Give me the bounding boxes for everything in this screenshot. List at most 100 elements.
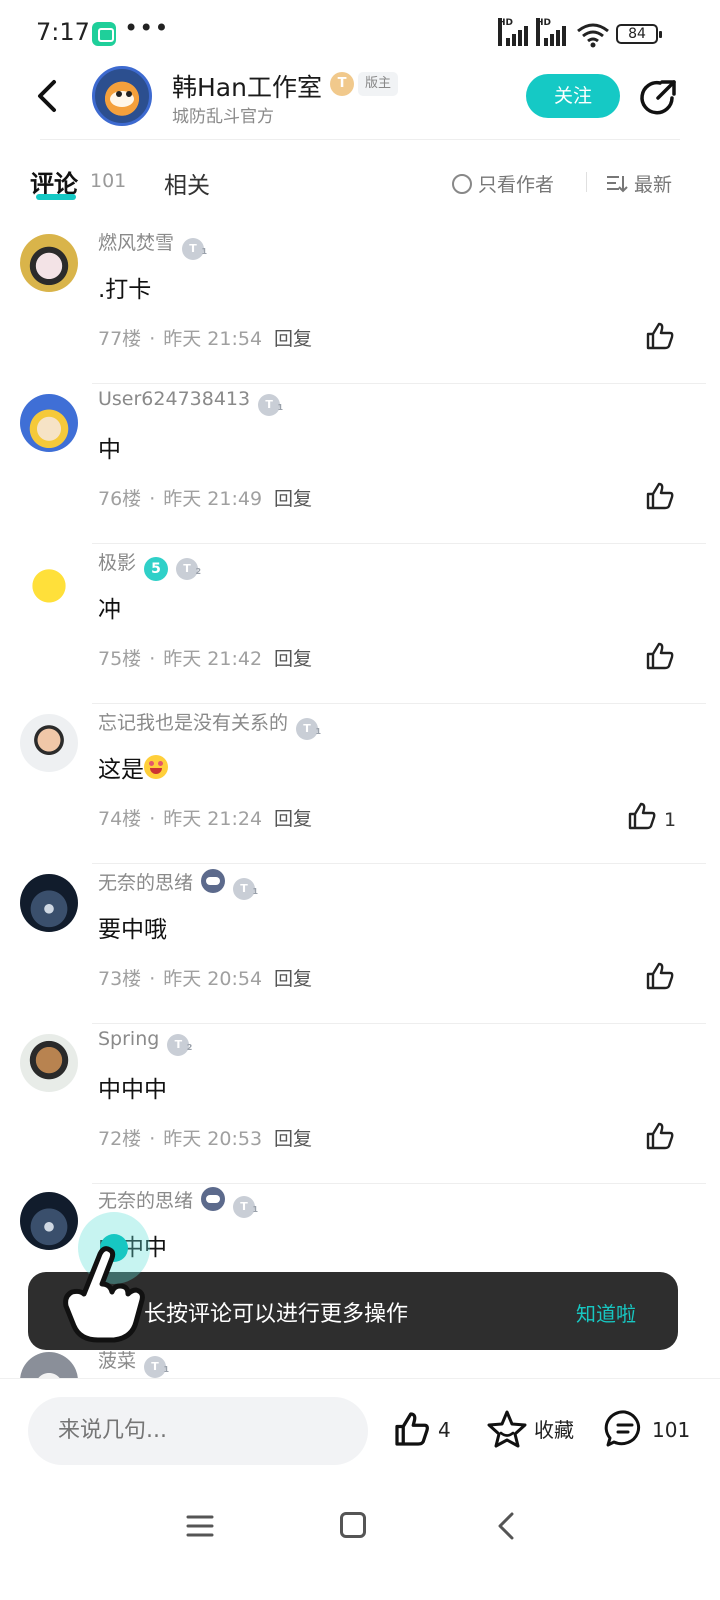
commenter-name[interactable]: 极影: [98, 552, 136, 574]
gamepad-badge-icon: [201, 1187, 226, 1211]
gamepad-badge-icon: [201, 869, 226, 893]
comments-button[interactable]: 101: [604, 1409, 690, 1453]
reply-button[interactable]: 回复: [274, 648, 312, 670]
post-header: 韩Han工作室 T 版主 城防乱斗官方 关注: [0, 60, 720, 140]
commenter-name[interactable]: 忘记我也是没有关系的: [98, 712, 288, 734]
avatar[interactable]: [20, 234, 78, 292]
like-count: 1: [664, 809, 677, 831]
avatar[interactable]: [20, 1352, 78, 1378]
cell-signal-1-icon: HD: [498, 18, 534, 46]
comment-item[interactable]: 无奈的思绪 T 要中哦 73楼 · 昨天 20:54 回复: [0, 864, 720, 1024]
share-icon[interactable]: [638, 78, 678, 118]
floor-number: 74楼: [98, 808, 142, 830]
level-badge-icon: T: [258, 394, 283, 419]
comment-text: 中: [98, 437, 121, 463]
commenter-name[interactable]: 菠菜: [98, 1350, 136, 1372]
toast-dismiss-button[interactable]: 知道啦: [576, 1298, 636, 1327]
tab-active-indicator: [36, 194, 76, 200]
comment-tabs: 评论 101 相关 只看作者 最新: [0, 150, 720, 214]
tab-comments-count: 101: [90, 170, 127, 192]
author-only-label: 只看作者: [478, 174, 555, 196]
reply-button[interactable]: 回复: [274, 1128, 312, 1150]
like-icon[interactable]: [644, 320, 676, 352]
like-button[interactable]: 1: [626, 800, 676, 832]
level-badge-icon: T: [233, 1196, 258, 1221]
comment-text: 要中哦: [98, 917, 167, 943]
avatar[interactable]: [20, 874, 78, 932]
commenter-name[interactable]: User624738413: [98, 388, 250, 410]
smiling-face-emoji-icon: [144, 755, 168, 779]
avatar[interactable]: [20, 714, 78, 772]
author-only-toggle[interactable]: 只看作者: [452, 170, 554, 196]
toast-message: 长按评论可以进行更多操作: [144, 1302, 409, 1327]
author-subtitle: 城防乱斗官方: [172, 107, 274, 127]
comment-item[interactable]: 极影 5T 冲 75楼 · 昨天 21:42 回复: [0, 544, 720, 704]
like-icon[interactable]: [644, 480, 676, 512]
status-bar: 7:17 ••• HD HD 84: [0, 0, 720, 68]
floor-number: 77楼: [98, 328, 142, 350]
tab-related[interactable]: 相关: [164, 166, 210, 200]
comment-text: .打卡: [98, 277, 152, 303]
comment-count: 101: [652, 1418, 691, 1442]
comment-time: 昨天 21:54: [163, 328, 263, 350]
meta-dot: ·: [149, 328, 156, 350]
follow-button[interactable]: 关注: [526, 74, 620, 118]
meta-dot: ·: [149, 488, 156, 510]
comment-time: 昨天 21:42: [163, 648, 263, 670]
like-icon[interactable]: [644, 1120, 676, 1152]
level-badge-icon: T: [144, 1356, 169, 1378]
comment-input[interactable]: [28, 1397, 368, 1465]
commenter-name[interactable]: Spring: [98, 1028, 159, 1050]
app-notification-icon: [92, 22, 116, 46]
status-time: 7:17: [36, 18, 90, 46]
avatar[interactable]: [20, 554, 78, 612]
more-notifications-icon: •••: [124, 14, 170, 42]
level-badge-icon: T: [182, 238, 207, 263]
floor-number: 73楼: [98, 968, 142, 990]
long-press-hand-icon: [63, 1212, 150, 1343]
floor-number: 76楼: [98, 488, 142, 510]
author-level-badge: T: [330, 72, 354, 96]
comment-item[interactable]: 燃风焚雪 T .打卡 77楼 · 昨天 21:54 回复: [0, 224, 720, 384]
system-back-icon[interactable]: [494, 1510, 518, 1542]
favorite-button[interactable]: 收藏: [486, 1409, 574, 1453]
sort-label: 最新: [634, 174, 673, 196]
avatar[interactable]: [20, 1034, 78, 1092]
level-badge-icon: T: [176, 558, 201, 583]
comment-text: 中中中: [98, 1077, 167, 1103]
commenter-name[interactable]: 燃风焚雪: [98, 232, 174, 254]
author-name[interactable]: 韩Han工作室: [172, 68, 322, 104]
sort-icon: [607, 176, 628, 193]
author-avatar[interactable]: [92, 66, 152, 126]
level-badge-icon: T: [233, 878, 258, 903]
like-icon[interactable]: [644, 960, 676, 992]
cell-signal-2-icon: HD: [536, 18, 572, 46]
reply-button[interactable]: 回复: [274, 808, 312, 830]
recents-menu-icon[interactable]: [186, 1512, 214, 1540]
comment-time: 昨天 20:53: [163, 1128, 263, 1150]
comment-time: 昨天 21:24: [163, 808, 263, 830]
meta-dot: ·: [149, 1128, 156, 1150]
back-arrow-icon[interactable]: [28, 74, 68, 118]
meta-dot: ·: [149, 808, 156, 830]
comment-time: 昨天 21:49: [163, 488, 263, 510]
commenter-name[interactable]: 无奈的思绪: [98, 872, 193, 894]
comment-item[interactable]: 忘记我也是没有关系的 T 这是 74楼 · 昨天 21:24 回复 1: [0, 704, 720, 864]
home-square-icon[interactable]: [340, 1512, 366, 1538]
tab-separator: [586, 172, 587, 192]
meta-dot: ·: [149, 648, 156, 670]
reply-button[interactable]: 回复: [274, 488, 312, 510]
system-nav-bar: [0, 1490, 720, 1600]
header-divider: [40, 139, 680, 140]
like-icon[interactable]: [644, 640, 676, 672]
comment-item[interactable]: Spring T 中中中 72楼 · 昨天 20:53 回复: [0, 1024, 720, 1184]
post-like-button[interactable]: 4: [392, 1409, 451, 1453]
avatar[interactable]: [20, 394, 78, 452]
reply-button[interactable]: 回复: [274, 328, 312, 350]
hd-label: HD: [536, 18, 551, 46]
comment-text: 这是: [98, 757, 144, 783]
sort-newest-button[interactable]: 最新: [606, 170, 672, 197]
post-like-count: 4: [438, 1418, 451, 1442]
reply-button[interactable]: 回复: [274, 968, 312, 990]
comment-item[interactable]: User624738413 T 中 76楼 · 昨天 21:49 回复: [0, 384, 720, 544]
